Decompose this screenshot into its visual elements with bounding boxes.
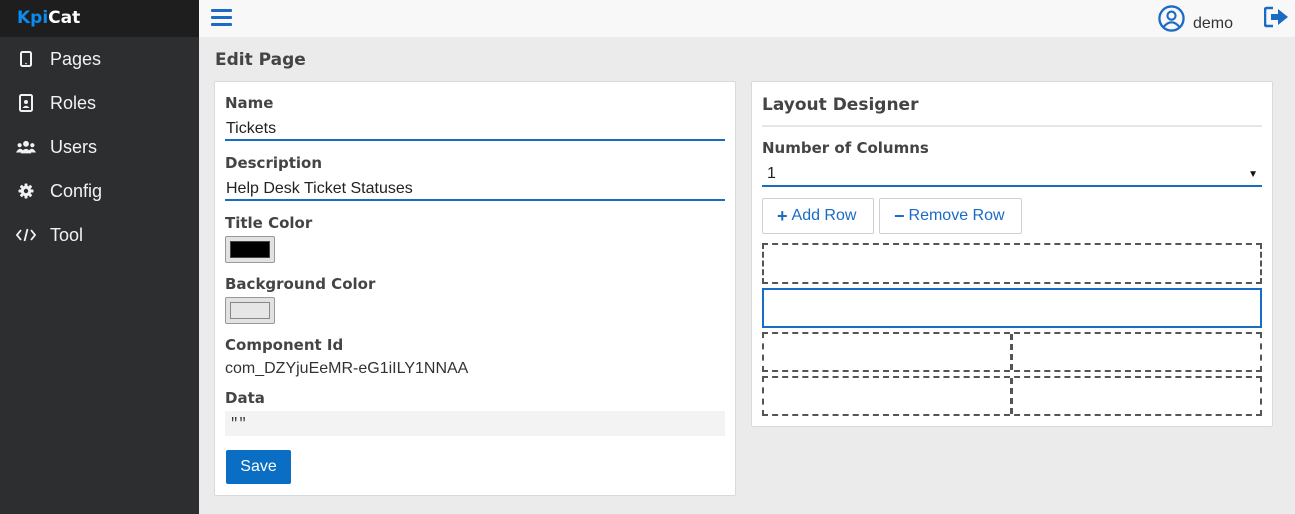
title-color-label: Title Color xyxy=(225,214,313,232)
sidebar-item-label: Config xyxy=(50,180,103,201)
title-color-swatch xyxy=(230,241,270,258)
hamburger-icon[interactable] xyxy=(211,9,232,28)
component-id-label: Component Id xyxy=(225,336,344,354)
gear-icon xyxy=(16,181,36,201)
layout-row[interactable] xyxy=(762,376,1262,416)
number-of-columns-label: Number of Columns xyxy=(762,139,929,157)
title-color-picker[interactable] xyxy=(225,236,275,263)
data-label: Data xyxy=(225,389,265,407)
description-field[interactable]: Help Desk Ticket Statuses xyxy=(225,177,725,201)
sidebar-item-tool[interactable]: Tool xyxy=(0,213,199,257)
add-row-label: Add Row xyxy=(791,207,857,224)
sidebar: KpiCat Pages Roles Users Config Tool xyxy=(0,0,199,514)
sidebar-item-label: Tool xyxy=(50,224,84,245)
sidebar-item-label: Roles xyxy=(50,92,97,113)
background-color-label: Background Color xyxy=(225,275,376,293)
layout-row[interactable] xyxy=(762,243,1262,284)
remove-row-label: Remove Row xyxy=(908,207,1005,224)
code-icon xyxy=(16,225,36,245)
selected-value: 1 xyxy=(767,165,776,182)
layout-row[interactable] xyxy=(762,288,1262,328)
user-circle-icon xyxy=(1158,5,1185,37)
user-name: demo xyxy=(1193,15,1234,32)
background-color-swatch xyxy=(230,302,270,319)
sidebar-item-label: Pages xyxy=(50,48,102,69)
remove-row-button[interactable]: − Remove Row xyxy=(879,198,1022,234)
caret-down-icon: ▼ xyxy=(1248,169,1258,180)
sidebar-item-users[interactable]: Users xyxy=(0,125,199,169)
minus-icon: − xyxy=(894,205,905,226)
sidebar-item-config[interactable]: Config xyxy=(0,169,199,213)
layout-designer-panel: Layout Designer Number of Columns 1 ▼ + … xyxy=(751,81,1273,427)
layout-cell-divider xyxy=(764,334,1013,370)
top-bar: demo xyxy=(199,0,1295,37)
name-label: Name xyxy=(225,94,274,112)
layout-designer-title: Layout Designer xyxy=(762,95,919,115)
layout-cell-divider xyxy=(764,378,1013,414)
edit-page-form: Name Tickets Description Help Desk Ticke… xyxy=(214,81,736,496)
page-title: Edit Page xyxy=(215,50,306,70)
background-color-picker[interactable] xyxy=(225,297,275,324)
save-button[interactable]: Save xyxy=(226,450,291,484)
sign-out-icon[interactable] xyxy=(1263,6,1290,33)
plus-icon: + xyxy=(777,205,788,226)
brand-logo[interactable]: KpiCat xyxy=(0,0,199,37)
component-id-value: com_DZYjuEeMR-eG1iILY1NNAA xyxy=(225,360,469,377)
divider xyxy=(762,125,1262,127)
id-badge-icon xyxy=(16,93,36,113)
name-field[interactable]: Tickets xyxy=(225,117,725,141)
number-of-columns-select[interactable]: 1 ▼ xyxy=(762,162,1262,187)
sidebar-item-roles[interactable]: Roles xyxy=(0,81,199,125)
users-icon xyxy=(16,137,36,157)
tablet-icon xyxy=(16,49,36,69)
data-field[interactable]: "" xyxy=(225,411,725,436)
add-row-button[interactable]: + Add Row xyxy=(762,198,874,234)
description-label: Description xyxy=(225,154,323,172)
user-menu[interactable]: demo xyxy=(1158,5,1233,37)
sidebar-item-pages[interactable]: Pages xyxy=(0,37,199,81)
layout-row[interactable] xyxy=(762,332,1262,372)
sidebar-nav: Pages Roles Users Config Tool xyxy=(0,37,199,257)
sidebar-item-label: Users xyxy=(50,136,98,157)
